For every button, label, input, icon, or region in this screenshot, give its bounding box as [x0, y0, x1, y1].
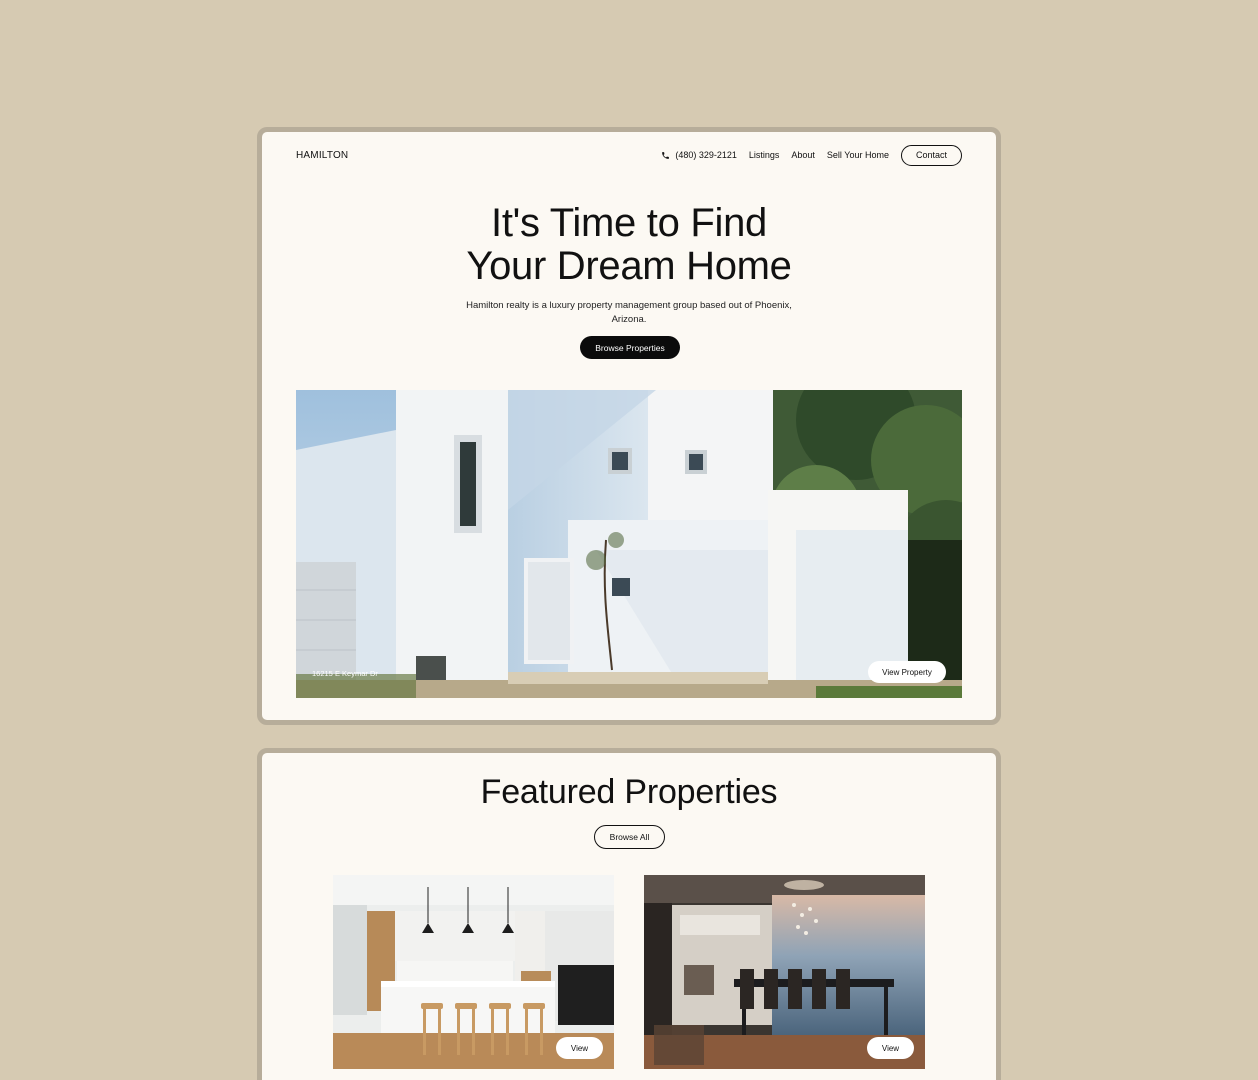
hero-title: It's Time to Find Your Dream Home	[262, 202, 996, 288]
phone-link[interactable]: (480) 329-2121	[661, 150, 737, 160]
view-button[interactable]: View	[867, 1037, 914, 1059]
hero-subtitle: Hamilton realty is a luxury property man…	[466, 300, 792, 325]
property-card-dining[interactable]: View	[644, 875, 925, 1069]
nav-links: (480) 329-2121 Listings About Sell Your …	[661, 144, 962, 166]
contact-button[interactable]: Contact	[900, 144, 962, 166]
featured-title: Featured Properties	[480, 773, 778, 811]
browse-properties-button[interactable]: Browse Properties	[580, 336, 680, 359]
hero-title-line-1: It's Time to Find	[491, 201, 767, 245]
top-nav: HAMILTON (480) 329-2121 Listings About S…	[296, 142, 962, 168]
nav-link-about[interactable]: About	[791, 150, 815, 160]
nav-link-listings[interactable]: Listings	[749, 150, 780, 160]
featured-card: Featured Properties Browse All View View	[257, 748, 1001, 1080]
hero-house-image: 16215 E Keymar Dr View Property	[296, 390, 962, 698]
property-card-kitchen[interactable]: View	[333, 875, 614, 1069]
phone-icon	[662, 151, 670, 159]
house-illustration	[296, 390, 962, 698]
hero-title-line-2: Your Dream Home	[466, 244, 792, 288]
phone-number: (480) 329-2121	[675, 150, 737, 160]
nav-link-sell-your-home[interactable]: Sell Your Home	[827, 150, 889, 160]
view-property-button[interactable]: View Property	[868, 661, 946, 683]
logo[interactable]: HAMILTON	[296, 150, 348, 161]
view-button[interactable]: View	[556, 1037, 603, 1059]
browse-all-button[interactable]: Browse All	[594, 825, 665, 849]
hero-card: HAMILTON (480) 329-2121 Listings About S…	[257, 127, 1001, 725]
property-address: 16215 E Keymar Dr	[312, 669, 378, 678]
